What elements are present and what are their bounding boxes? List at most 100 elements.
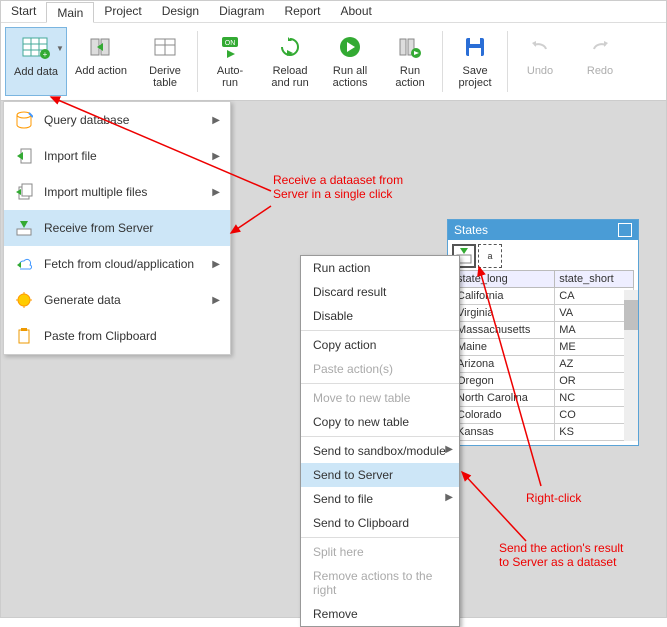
dropdown-item-fetch-cloud[interactable]: Fetch from cloud/application ▶	[4, 246, 230, 282]
table-row[interactable]: North CarolinaNC	[453, 390, 634, 407]
import-icon	[14, 146, 34, 166]
chevron-right-icon: ▶	[212, 187, 220, 198]
tab-about[interactable]: About	[330, 1, 381, 22]
ctx-send-sandbox[interactable]: Send to sandbox/module▶	[301, 439, 459, 463]
import-multi-icon	[14, 182, 34, 202]
svg-text:ON: ON	[225, 40, 236, 47]
ctx-send-server[interactable]: Send to Server	[301, 463, 459, 487]
chevron-down-icon: ▼	[56, 44, 64, 53]
run-all-button[interactable]: Run all actions	[320, 27, 380, 96]
ribbon-label: Undo	[527, 65, 553, 77]
separator	[301, 330, 459, 331]
tab-start[interactable]: Start	[1, 1, 46, 22]
table-toolbar: a	[452, 244, 634, 268]
separator	[301, 436, 459, 437]
tab-project[interactable]: Project	[94, 1, 151, 22]
tab-report[interactable]: Report	[274, 1, 330, 22]
table-window-titlebar[interactable]: States	[448, 220, 638, 240]
redo-button[interactable]: Redo	[570, 27, 630, 96]
ribbon-label: Run action	[395, 65, 424, 89]
chevron-right-icon: ▶	[445, 492, 453, 503]
maximize-icon[interactable]	[618, 223, 632, 237]
ribbon-label: Auto- run	[217, 65, 243, 89]
dropdown-item-query-database[interactable]: Query database ▶	[4, 102, 230, 138]
ctx-remove[interactable]: Remove	[301, 602, 459, 626]
chevron-right-icon: ▶	[212, 115, 220, 126]
tab-design[interactable]: Design	[152, 1, 209, 22]
table-row[interactable]: VirginiaVA	[453, 305, 634, 322]
menubar: Start Main Project Design Diagram Report…	[1, 1, 666, 23]
column-header[interactable]: state_long	[453, 271, 555, 288]
auto-run-icon: ON	[214, 31, 246, 63]
chevron-right-icon: ▶	[212, 259, 220, 270]
clipboard-icon	[14, 326, 34, 346]
data-table: state_longstate_short CaliforniaCA Virgi…	[452, 270, 634, 441]
dropdown-item-receive-server[interactable]: Receive from Server	[4, 210, 230, 246]
reload-icon	[274, 31, 306, 63]
play-icon	[334, 31, 366, 63]
ribbon-label: Add action	[75, 65, 127, 77]
ctx-send-file[interactable]: Send to file▶	[301, 487, 459, 511]
ctx-copy-action[interactable]: Copy action	[301, 333, 459, 357]
ctx-run-action[interactable]: Run action	[301, 256, 459, 280]
ctx-paste-actions: Paste action(s)	[301, 357, 459, 381]
ctx-disable[interactable]: Disable	[301, 304, 459, 328]
table-row[interactable]: ColoradoCO	[453, 407, 634, 424]
table-icon	[149, 31, 181, 63]
save-project-button[interactable]: Save project	[445, 27, 505, 96]
table-dropdown-button[interactable]: a	[478, 244, 502, 268]
separator	[301, 537, 459, 538]
svg-text:+: +	[43, 50, 48, 59]
chevron-right-icon: ▶	[212, 151, 220, 162]
ribbon-label: Save project	[459, 65, 492, 89]
add-data-button[interactable]: + Add data ▼	[5, 27, 67, 96]
separator	[197, 31, 198, 92]
dropdown-label: Paste from Clipboard	[44, 329, 157, 343]
table-window-body: a state_longstate_short CaliforniaCA Vir…	[448, 240, 638, 445]
table-row[interactable]: OregonOR	[453, 373, 634, 390]
separator	[301, 383, 459, 384]
ribbon: + Add data ▼ Add action Derive table ON …	[1, 23, 666, 101]
dropdown-label: Generate data	[44, 293, 121, 307]
ctx-move-new-table: Move to new table	[301, 386, 459, 410]
ctx-copy-new-table[interactable]: Copy to new table	[301, 410, 459, 434]
auto-run-button[interactable]: ON Auto- run	[200, 27, 260, 96]
receive-server-icon	[14, 218, 34, 238]
dropdown-item-paste-clipboard[interactable]: Paste from Clipboard	[4, 318, 230, 354]
dropdown-label: Import multiple files	[44, 185, 147, 199]
table-row[interactable]: KansasKS	[453, 424, 634, 441]
reload-run-button[interactable]: Reload and run	[260, 27, 320, 96]
derive-table-button[interactable]: Derive table	[135, 27, 195, 96]
run-action-button[interactable]: Run action	[380, 27, 440, 96]
dropdown-label: Query database	[44, 113, 129, 127]
ctx-remove-right: Remove actions to the right	[301, 564, 459, 602]
table-row[interactable]: MaineME	[453, 339, 634, 356]
table-row[interactable]: CaliforniaCA	[453, 288, 634, 305]
ribbon-label: Redo	[587, 65, 613, 77]
dropdown-item-import-file[interactable]: Import file ▶	[4, 138, 230, 174]
database-icon	[14, 110, 34, 130]
undo-icon	[524, 31, 556, 63]
redo-icon	[584, 31, 616, 63]
ctx-discard-result[interactable]: Discard result	[301, 280, 459, 304]
tab-diagram[interactable]: Diagram	[209, 1, 274, 22]
tab-main[interactable]: Main	[46, 2, 94, 23]
separator	[442, 31, 443, 92]
vertical-scrollbar[interactable]	[624, 290, 638, 441]
table-window-title: States	[454, 223, 488, 237]
table-row[interactable]: ArizonaAZ	[453, 356, 634, 373]
dropdown-item-import-multiple[interactable]: Import multiple files ▶	[4, 174, 230, 210]
dropdown-item-generate-data[interactable]: Generate data ▶	[4, 282, 230, 318]
ribbon-label: Run all actions	[333, 65, 368, 89]
dropdown-label: Fetch from cloud/application	[44, 257, 194, 271]
table-row[interactable]: MassachusettsMA	[453, 322, 634, 339]
undo-button[interactable]: Undo	[510, 27, 570, 96]
ribbon-label: Reload and run	[271, 65, 308, 89]
add-data-dropdown: Query database ▶ Import file ▶ Import mu…	[3, 101, 231, 355]
ctx-send-clipboard[interactable]: Send to Clipboard	[301, 511, 459, 535]
column-header[interactable]: state_short	[555, 271, 634, 288]
table-window[interactable]: States a state_longstate_short Californi…	[447, 219, 639, 446]
play-action-icon	[394, 31, 426, 63]
scrollbar-thumb[interactable]	[624, 300, 638, 330]
add-action-button[interactable]: Add action	[67, 27, 135, 96]
